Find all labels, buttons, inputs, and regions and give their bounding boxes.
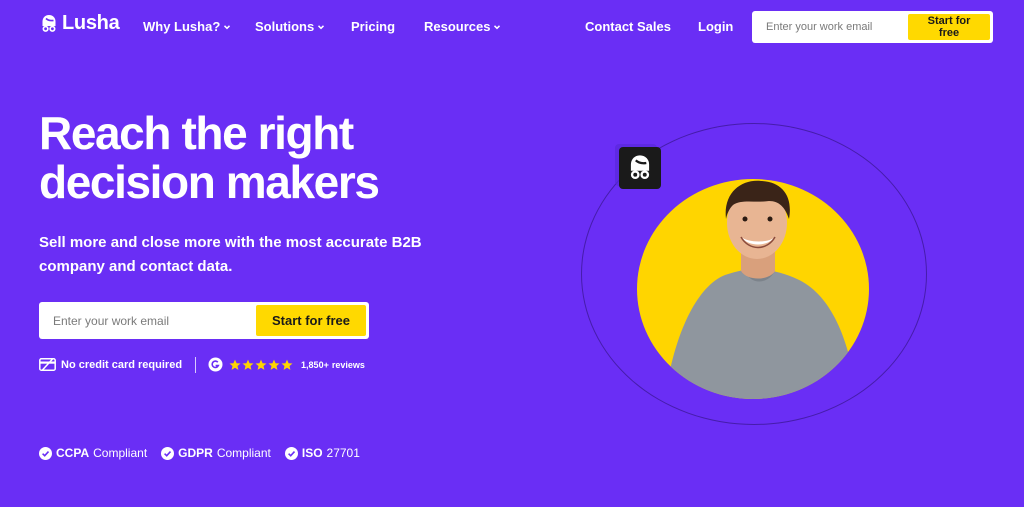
- trust-row: No credit card required 1,850+ reviews: [39, 356, 365, 373]
- review-count: 1,850+: [301, 359, 329, 370]
- person-illustration: [665, 180, 857, 399]
- ccpa-badge: CCPA Compliant: [39, 446, 147, 460]
- hero-headline: Reach the right decision makers: [39, 107, 380, 208]
- lusha-badge-icon: [619, 147, 661, 189]
- compliance-badges: CCPA Compliant GDPR Compliant ISO 27701: [39, 446, 374, 460]
- star-icon: [229, 359, 241, 370]
- reviews-label: reviews: [331, 359, 365, 370]
- top-navigation: Lusha Why Lusha? Solutions Pricing Resou…: [0, 0, 1024, 56]
- gdpr-text: Compliant: [216, 446, 271, 460]
- brand-name: Lusha: [62, 12, 120, 34]
- star-icon: [242, 359, 254, 370]
- hero-signup-form: Start for free: [39, 302, 369, 339]
- hero-portrait: [637, 179, 869, 399]
- ccpa-label: CCPA: [56, 446, 90, 460]
- chevron-down-icon: [224, 24, 231, 29]
- divider: [195, 356, 197, 373]
- nav-email-input[interactable]: [766, 21, 908, 33]
- nav-why-lusha[interactable]: Why Lusha?: [143, 19, 231, 34]
- star-icon: [268, 359, 280, 370]
- hero-subheadline: Sell more and close more with the most a…: [39, 234, 422, 275]
- gdpr-badge: GDPR Compliant: [161, 446, 271, 460]
- login-link[interactable]: Login: [698, 19, 733, 34]
- hero-start-free-button[interactable]: Start for free: [255, 305, 366, 336]
- nav-resources-label: Resources: [424, 19, 491, 34]
- nav-pricing-label: Pricing: [351, 19, 396, 34]
- g2-icon: [208, 357, 223, 372]
- nav-signup-form: Start for free: [752, 11, 993, 43]
- iso-label: ISO: [301, 446, 323, 460]
- lusha-logo-icon: [42, 14, 56, 32]
- logo-link[interactable]: Lusha: [40, 12, 120, 35]
- iso-text: 27701: [326, 446, 360, 460]
- credit-card-icon: [39, 358, 56, 371]
- star-icon: [255, 359, 267, 370]
- no-credit-card-text: No credit card required: [61, 358, 183, 371]
- nav-solutions-label: Solutions: [255, 19, 315, 34]
- star-icon: [281, 359, 293, 370]
- check-circle-icon: [284, 446, 298, 460]
- gdpr-label: GDPR: [178, 446, 213, 460]
- check-circle-icon: [161, 446, 175, 460]
- chevron-down-icon: [494, 24, 501, 29]
- iso-badge: ISO 27701: [284, 446, 360, 460]
- nav-pricing[interactable]: Pricing: [351, 19, 395, 34]
- lusha-logo-icon: [630, 155, 650, 180]
- ccpa-text: Compliant: [93, 446, 148, 460]
- check-circle-icon: [39, 446, 52, 460]
- hero-email-input[interactable]: [53, 313, 256, 328]
- rating-stars: [229, 359, 293, 371]
- nav-solutions[interactable]: Solutions: [255, 19, 325, 34]
- nav-start-free-button[interactable]: Start for free: [908, 14, 990, 40]
- nav-resources[interactable]: Resources: [424, 19, 501, 34]
- contact-sales-link[interactable]: Contact Sales: [585, 19, 671, 34]
- chevron-down-icon: [318, 24, 325, 29]
- nav-why-lusha-label: Why Lusha?: [143, 19, 221, 34]
